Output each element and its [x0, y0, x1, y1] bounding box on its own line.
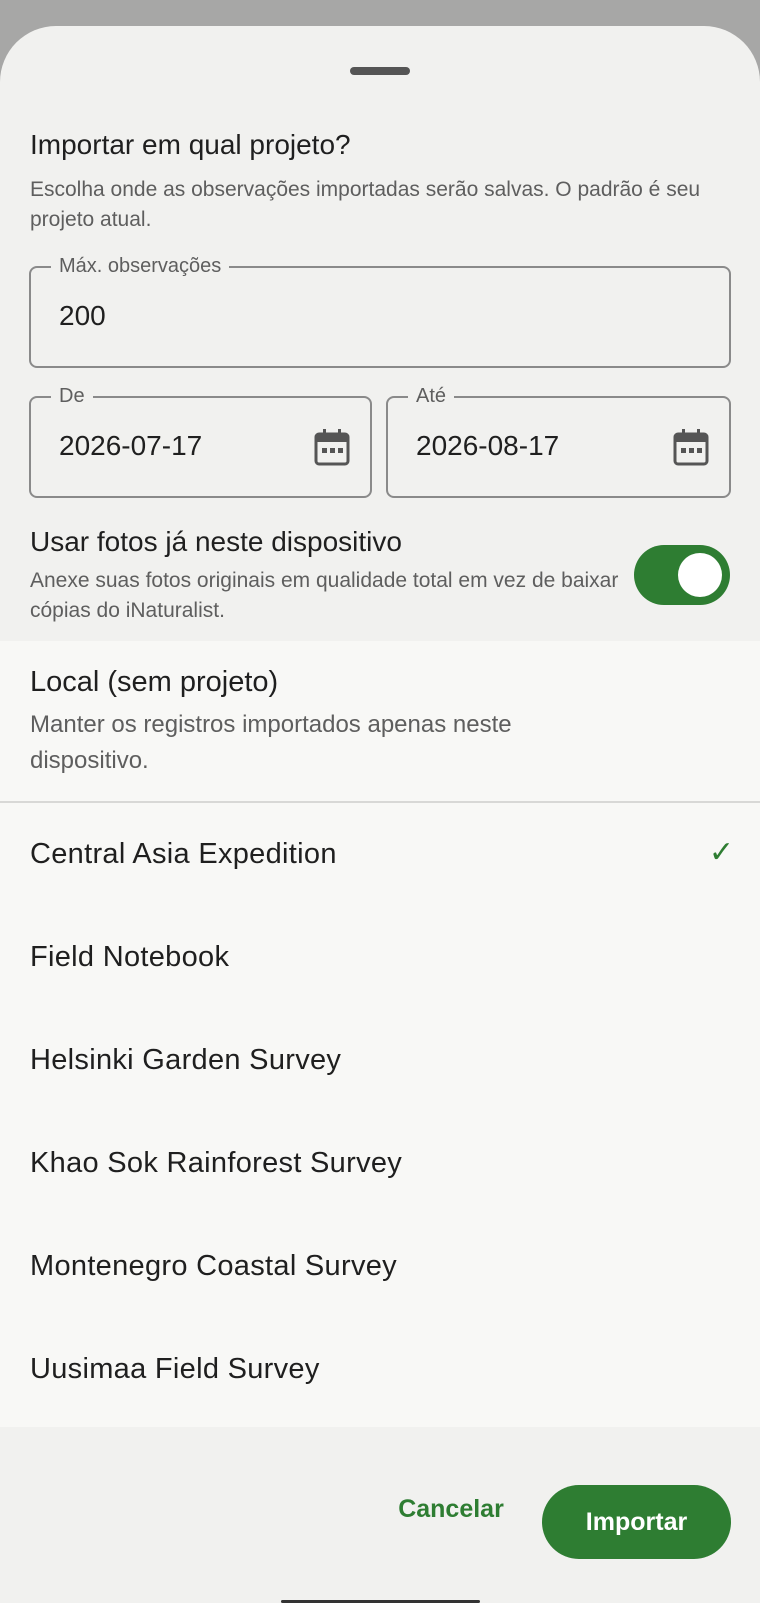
- project-name: Central Asia Expedition: [30, 838, 337, 870]
- project-name: Uusimaa Field Survey: [30, 1353, 320, 1385]
- device-photos-title: Usar fotos já neste dispositivo: [30, 526, 402, 557]
- cancel-button[interactable]: Cancelar: [388, 1485, 514, 1533]
- local-option[interactable]: Local (sem projeto) Manter os registros …: [0, 641, 760, 803]
- local-option-description: Manter os registros importados apenas ne…: [30, 711, 512, 774]
- dialog-subtitle: Escolha onde as observações importadas s…: [30, 178, 701, 231]
- project-item-central-asia-expedition[interactable]: Central Asia Expedition ✓: [0, 805, 760, 908]
- project-item-uusimaa-field-survey[interactable]: Uusimaa Field Survey: [0, 1320, 760, 1423]
- switch-knob: [678, 553, 722, 597]
- device-photos-description: Anexe suas fotos originais em qualidade …: [30, 569, 619, 622]
- drag-handle[interactable]: [350, 67, 410, 75]
- max-observations-value[interactable]: 200: [59, 298, 106, 334]
- max-observations-field[interactable]: Máx. observações 200: [29, 253, 731, 368]
- calendar-icon[interactable]: [673, 428, 709, 466]
- project-item-field-notebook[interactable]: Field Notebook: [0, 908, 760, 1011]
- date-to-label: Até: [408, 383, 455, 409]
- device-photos-switch[interactable]: [634, 545, 730, 605]
- project-name: Helsinki Garden Survey: [30, 1044, 342, 1076]
- project-item-helsinki-garden-survey[interactable]: Helsinki Garden Survey: [0, 1011, 760, 1114]
- max-observations-label: Máx. observações: [51, 253, 230, 279]
- import-button[interactable]: Importar: [542, 1485, 731, 1559]
- project-name: Montenegro Coastal Survey: [30, 1250, 397, 1282]
- action-bar: Cancelar Importar: [0, 1427, 760, 1603]
- date-to-value[interactable]: 2026-08-17: [416, 428, 559, 464]
- project-name: Field Notebook: [30, 941, 230, 973]
- date-from-value[interactable]: 2026-07-17: [59, 428, 202, 464]
- check-icon: ✓: [708, 836, 734, 869]
- project-list: Local (sem projeto) Manter os registros …: [0, 641, 760, 1427]
- project-name: Khao Sok Rainforest Survey: [30, 1147, 403, 1179]
- date-to-field[interactable]: Até 2026-08-17: [386, 383, 731, 498]
- dialog-title: Importar em qual projeto?: [30, 129, 351, 160]
- project-item-montenegro-coastal-survey[interactable]: Montenegro Coastal Survey: [0, 1217, 760, 1320]
- date-from-field[interactable]: De 2026-07-17: [29, 383, 372, 498]
- date-from-label: De: [51, 383, 93, 409]
- local-option-title: Local (sem projeto): [30, 666, 279, 698]
- calendar-icon[interactable]: [314, 428, 350, 466]
- project-item-khao-sok-rainforest-survey[interactable]: Khao Sok Rainforest Survey: [0, 1114, 760, 1217]
